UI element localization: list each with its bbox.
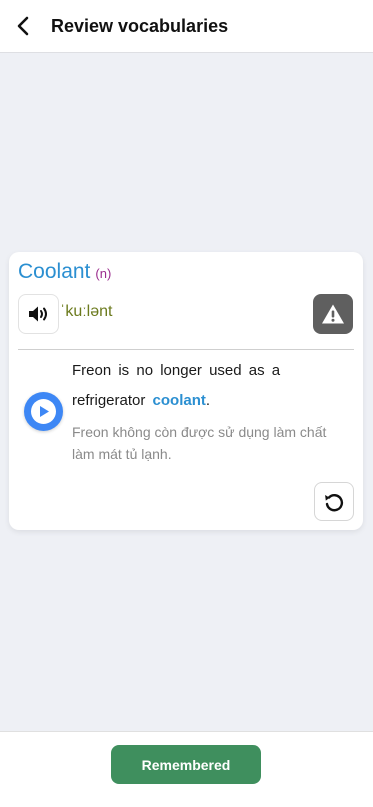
chevron-left-icon: [17, 16, 29, 36]
play-example-button[interactable]: [24, 392, 63, 431]
page-title: Review vocabularies: [51, 15, 229, 36]
footer-bar: Remembered: [0, 731, 373, 807]
app-screen: Review vocabularies Coolant (n) ˈkuːlənt: [0, 0, 373, 807]
word-row: Coolant (n): [18, 260, 111, 284]
divider: [18, 349, 354, 350]
back-button[interactable]: [0, 0, 46, 53]
vocabulary-card: Coolant (n) ˈkuːlənt Freon is no longer …: [9, 252, 363, 530]
play-icon: [31, 399, 56, 424]
pronounce-button[interactable]: [18, 294, 59, 334]
header-bar: Review vocabularies: [0, 0, 373, 53]
example-sentence: Freon is no longer used as a refrigerato…: [72, 356, 342, 416]
translation-text: Freon không còn được sử dụng làm chất là…: [72, 424, 327, 462]
undo-button[interactable]: [314, 482, 354, 521]
part-of-speech: (n): [95, 266, 112, 281]
example-highlight: coolant: [152, 392, 206, 409]
warning-icon: [322, 304, 344, 324]
report-button[interactable]: [313, 294, 353, 334]
speaker-icon: [28, 306, 47, 322]
remembered-button[interactable]: Remembered: [111, 745, 261, 784]
undo-icon: [325, 493, 344, 511]
example-end: .: [205, 392, 211, 409]
phonetic-text: ˈkuːlənt: [60, 303, 113, 320]
vocabulary-word: Coolant: [18, 260, 91, 283]
